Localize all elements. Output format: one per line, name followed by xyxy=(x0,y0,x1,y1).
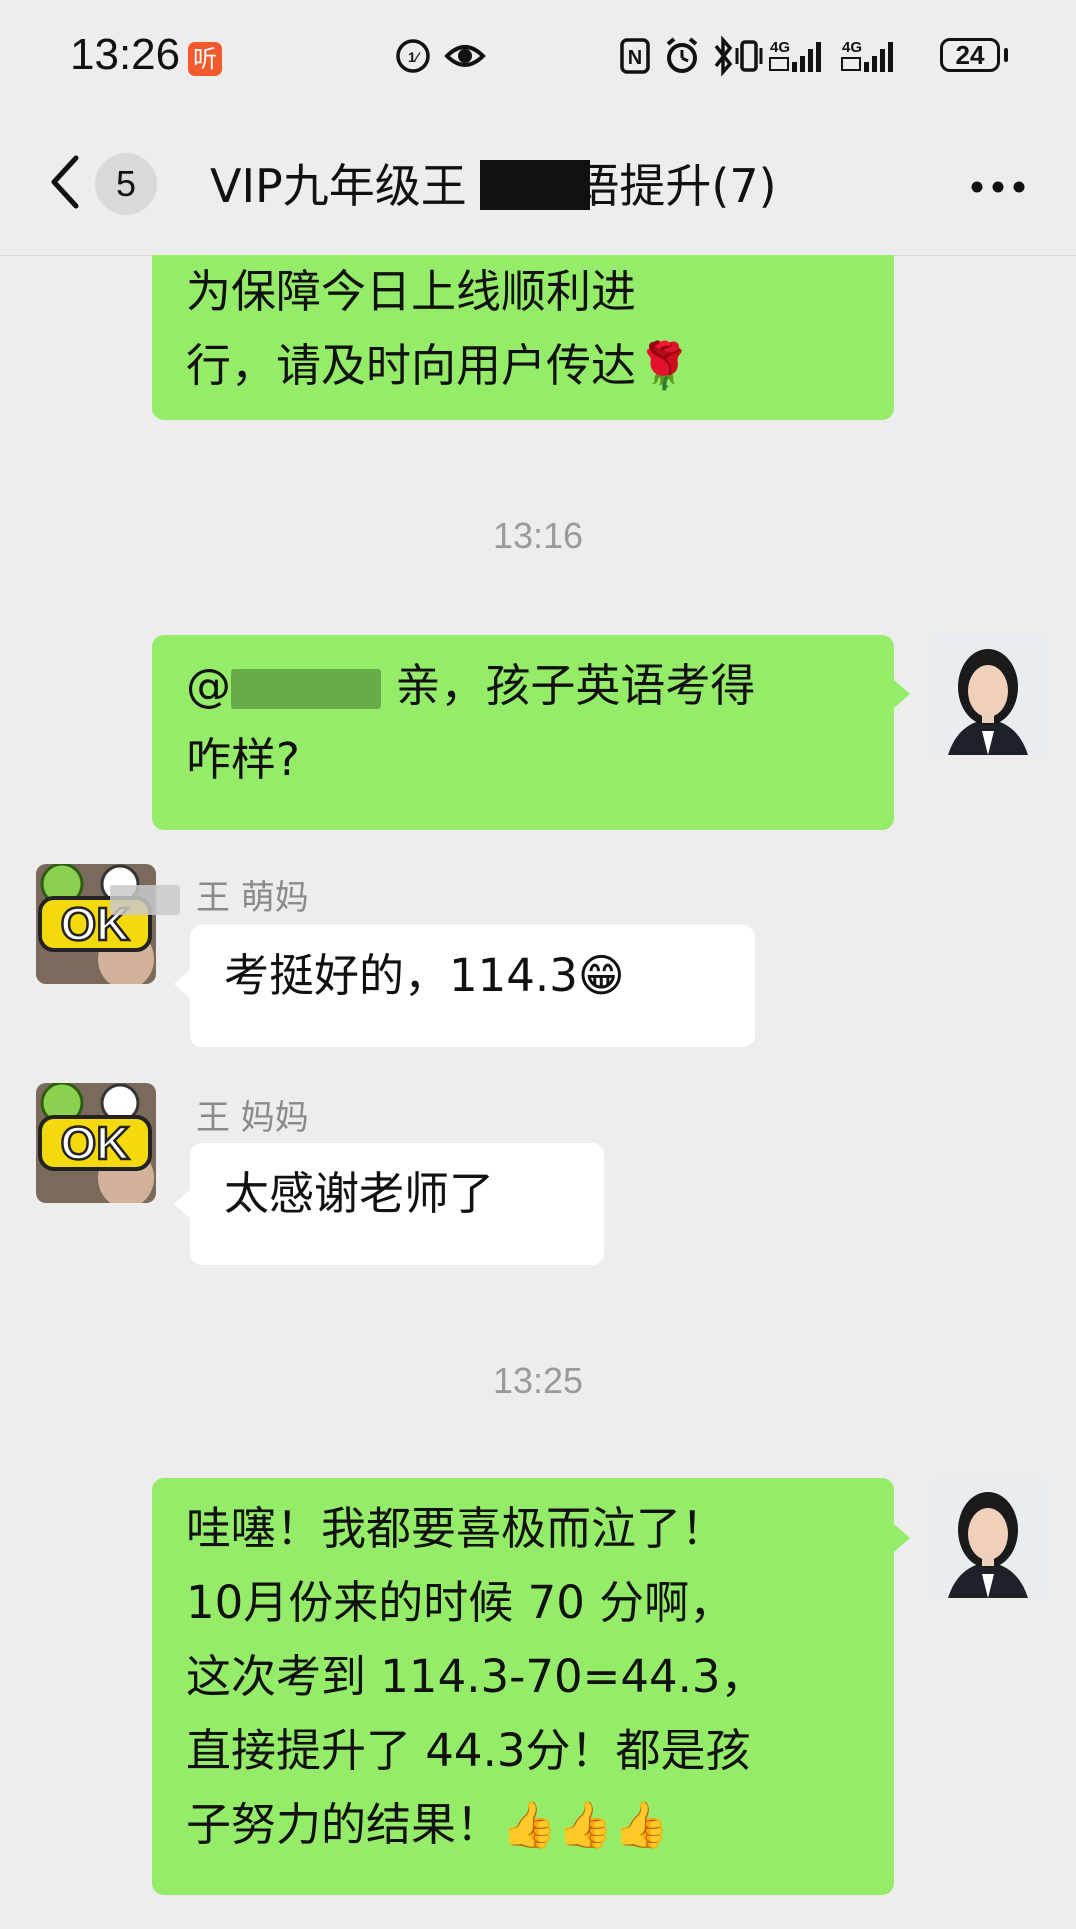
svg-text:4G: 4G xyxy=(770,39,790,56)
message-line: 为保障今日上线顺利进 xyxy=(186,265,637,318)
message-bubble-outgoing-1[interactable]: 为保障今日上线顺利进 行，请及时向用户传达🌹 xyxy=(152,255,894,420)
signal-4g-icon-2: 4G xyxy=(841,39,893,72)
message-line: 10月份来的时候 70 分啊， xyxy=(186,1576,735,1629)
sender-name-text: 王 萌妈 xyxy=(196,878,309,918)
sender-name-2: 王 妈妈 xyxy=(196,1090,309,1139)
chat-timestamp: 13:25 xyxy=(492,1360,584,1401)
status-mid-icons: 1⁄ xyxy=(396,39,486,73)
bubble-tail xyxy=(894,680,910,708)
message-line: 哇噻！我都要喜极而泣了！ xyxy=(186,1502,727,1555)
nfc-icon: N xyxy=(620,38,650,74)
message-bubble-outgoing-3[interactable]: 哇噻！我都要喜极而泣了！ 10月份来的时候 70 分啊， 这次考到 114.3-… xyxy=(152,1478,894,1895)
message-line: 直接提升了 44.3分！都是孩 xyxy=(186,1724,751,1777)
bubble-tail xyxy=(894,1524,910,1552)
bluetooth-icon xyxy=(714,35,733,77)
message-line: 这次考到 114.3-70=44.3， xyxy=(186,1650,766,1703)
message-line: 行，请及时向用户传达🌹 xyxy=(186,339,693,392)
parent-avatar-2[interactable]: OK xyxy=(36,1083,156,1203)
status-right-icons: N 4G 4G xyxy=(620,35,893,77)
message-bubble-incoming-1[interactable]: 考挺好的，114.3😁 xyxy=(190,925,755,1047)
bubble-tail xyxy=(174,1190,190,1218)
teacher-avatar[interactable] xyxy=(928,1478,1048,1598)
message-bubble-outgoing-2[interactable]: @ 亲，孩子英语考得 咋样? xyxy=(152,635,894,830)
signal-4g-icon-1: 4G xyxy=(769,39,821,72)
chat-nav-bar: 5 VIP九年级王 萌英语提升(7) xyxy=(0,110,1076,256)
svg-text:N: N xyxy=(628,47,642,69)
ok-sticker-text: OK xyxy=(61,1117,130,1169)
message-text: 亲，孩子英语考得 xyxy=(395,659,756,712)
teacher-avatar[interactable] xyxy=(928,635,1048,755)
sender-name-text: 王 妈妈 xyxy=(196,1098,309,1138)
parent-avatar-1[interactable]: OK xyxy=(36,864,156,984)
eye-icon xyxy=(444,45,486,67)
vibrate-icon xyxy=(735,40,763,72)
battery-indicator: 24 xyxy=(940,38,1000,72)
message-bubble-incoming-2[interactable]: 太感谢老师了 xyxy=(190,1143,604,1265)
message-line: 子努力的结果！👍👍👍 xyxy=(186,1798,670,1851)
bubble-tail xyxy=(174,970,190,998)
teacher-portrait-icon xyxy=(928,635,1048,755)
message-text: 太感谢老师了 xyxy=(224,1167,495,1220)
ok-sticker-avatar-icon: OK xyxy=(36,864,156,984)
svg-text:4G: 4G xyxy=(842,39,862,56)
teacher-portrait-icon xyxy=(928,1478,1048,1598)
sender-name-redaction xyxy=(109,884,180,915)
vpn-icon: 1⁄ xyxy=(396,39,430,73)
message-line-2: 咋样? xyxy=(186,733,300,786)
ok-sticker-avatar-icon: OK xyxy=(36,1083,156,1203)
alarm-icon xyxy=(666,37,698,73)
title-redaction xyxy=(480,160,590,210)
status-time: 13:26 xyxy=(70,30,181,79)
more-options-icon[interactable] xyxy=(970,180,1026,194)
status-bar: 13:26 听 1⁄ N 4G 4G 24 xyxy=(0,0,1076,110)
message-line-1: @ 亲，孩子英语考得 xyxy=(186,649,860,723)
listen-app-icon: 听 xyxy=(188,42,222,76)
message-text: 考挺好的，114.3😁 xyxy=(224,949,625,1002)
mention-redacted-name xyxy=(231,669,381,709)
chat-timestamp: 13:16 xyxy=(492,515,584,556)
battery-tip xyxy=(1004,48,1008,62)
svg-text:1⁄: 1⁄ xyxy=(408,49,421,65)
mention-at: @ xyxy=(186,659,231,712)
back-chevron-icon[interactable] xyxy=(46,152,86,212)
unread-count-badge[interactable]: 5 xyxy=(95,153,157,215)
